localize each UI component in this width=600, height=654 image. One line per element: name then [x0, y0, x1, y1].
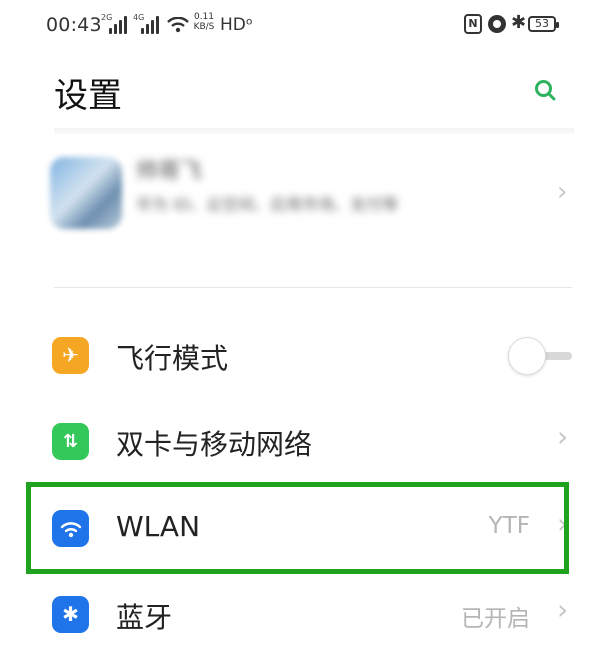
chevron-right-icon: › [557, 420, 569, 453]
status-time: 00:43 [46, 14, 102, 36]
alarm-icon [488, 15, 506, 33]
wlan-network-name: YTF [488, 513, 530, 539]
network-speed-unit: KB/S [193, 22, 215, 32]
setting-airplane-mode[interactable]: ✈ 飞行模式 [0, 315, 600, 395]
nfc-icon: N [464, 14, 482, 34]
section-divider [54, 287, 572, 288]
status-bar: 00:43 2G 4G 0.11 KB/S HDᵒ N ✱ 53 [0, 0, 600, 52]
setting-dual-sim-mobile-network[interactable]: ⇅ 双卡与移动网络 › [0, 401, 600, 481]
setting-label: 蓝牙 [116, 601, 173, 634]
page-title: 设置 [54, 76, 122, 116]
account-description: 华为 ID、云空间、应用市场、支付等 [136, 195, 399, 214]
signal-sim2-icon: 4G [133, 13, 159, 34]
chevron-right-icon: › [557, 507, 569, 540]
network-speed: 0.11 KB/S [192, 12, 216, 32]
hd-indicator: HDᵒ [220, 15, 253, 35]
setting-label: WLAN [116, 510, 201, 543]
toggle-knob [508, 337, 546, 375]
account-name: 帅哥飞 [136, 159, 203, 184]
network-speed-value: 0.11 [193, 12, 215, 22]
header-divider [54, 128, 574, 134]
wifi-icon [52, 510, 89, 547]
signal-sim1-icon: 2G [101, 13, 127, 34]
avatar [50, 157, 122, 229]
airplane-mode-toggle[interactable] [508, 337, 574, 375]
search-icon[interactable] [533, 78, 557, 102]
setting-bluetooth[interactable]: ✱ 蓝牙 已开启 › [0, 574, 600, 654]
bluetooth-icon: ✱ [52, 596, 89, 633]
setting-wlan[interactable]: WLAN YTF › [0, 488, 600, 568]
account-card[interactable]: 帅哥飞 华为 ID、云空间、应用市场、支付等 › [40, 135, 580, 285]
chevron-right-icon: › [557, 177, 568, 207]
sim-icon: ⇅ [52, 423, 89, 460]
bluetooth-status-icon: ✱ [511, 12, 527, 33]
setting-label: 飞行模式 [116, 342, 229, 375]
signal-sim1-tag: 2G [101, 13, 113, 22]
airplane-icon: ✈ [52, 337, 89, 374]
wifi-status-icon [167, 17, 189, 33]
battery-icon: 53 [528, 16, 559, 32]
status-icons-right: N ✱ 53 [464, 12, 559, 36]
signal-sim2-tag: 4G [133, 13, 145, 22]
chevron-right-icon: › [557, 593, 569, 626]
setting-label: 双卡与移动网络 [116, 428, 313, 461]
